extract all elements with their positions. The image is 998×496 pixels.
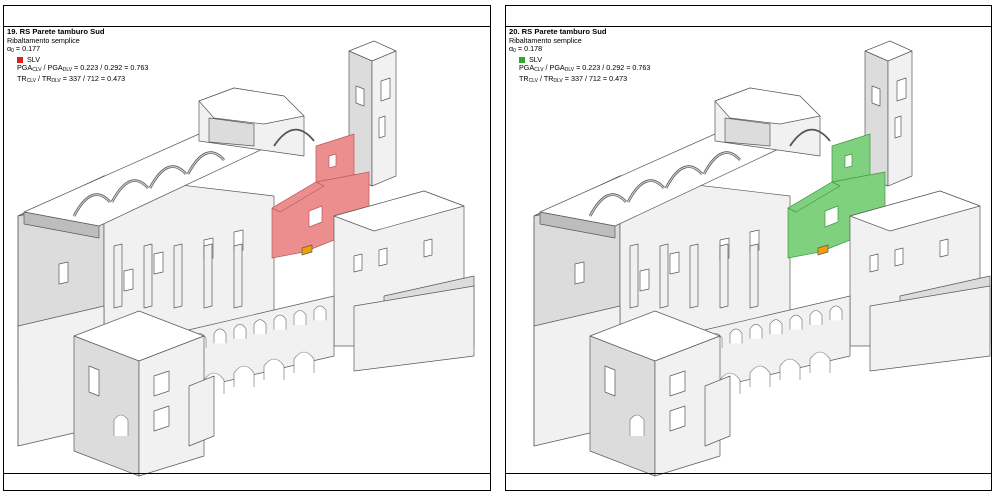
tr-label: TR [17,73,27,83]
east-wing-window [894,247,904,267]
panel-footer-bar [506,473,991,490]
pga-value: = 0.223 / 0.292 = 0.763 [574,63,651,73]
collapse-wall-opening [844,153,853,169]
east-wing-window [869,253,879,273]
nave-window [574,261,585,285]
tr-value: = 337 / 712 = 0.473 [60,73,126,83]
pga-sub-clv: CLV [534,67,544,74]
bell-tower-opening [896,77,907,102]
east-wing-window [939,238,949,258]
tr-ratio-line: TRCLV / TRDLV = 337 / 712 = 0.473 [7,73,148,86]
pga-label-2: / PGA [41,63,63,73]
cloister-arch [829,305,843,321]
nave-window [123,268,134,292]
cloister-arch [253,319,267,335]
cloister-lower-arch [809,351,831,373]
pga-label: PGA [519,63,535,73]
cloister-arch [809,310,823,325]
front-porch [188,375,215,447]
tr-ratio-line: TRCLV / TRDLV = 337 / 712 = 0.473 [509,73,650,86]
pilaster [689,243,699,309]
front-house-window [88,365,100,397]
cloister-arch [213,328,227,344]
mechanism-info: 20. RS Parete tamburo Sud Ribaltamento s… [509,27,651,86]
tr-sub-clv: CLV [528,77,538,84]
tr-label-2: / TR [35,73,52,83]
bell-tower-opening [894,115,902,139]
cloister-lower-arch [293,351,315,373]
pga-sub-dlv: DLV [564,67,575,74]
alpha-value: = 0.178 [515,44,543,54]
collapse-wall-opening [328,153,337,169]
cloister-arch [233,324,247,339]
mechanism-info: 19. RS Parete tamburo Sud Ribaltamento s… [7,27,149,86]
cloister-arch [789,314,803,330]
state-color-swatch [17,56,23,63]
nave-window [639,268,650,292]
alpha-value: = 0.177 [13,44,41,54]
front-house-door [629,414,645,436]
front-house-door [113,414,129,436]
cloister-arch [313,305,327,321]
cloister-arch [769,319,783,335]
pilaster [113,243,123,309]
front-house-west [73,335,140,477]
cloister-lower-arch [233,365,255,387]
pga-sub-clv: CLV [32,67,42,74]
panel-mechanism-19: 19. RS Parete tamburo Sud Ribaltamento s… [3,5,491,491]
pilaster [659,243,669,309]
tr-sub-dlv: DLV [553,77,563,84]
pga-label: PGA [17,63,33,73]
bell-tower-opening [355,85,365,107]
tr-label-2: / TR [537,73,554,83]
tr-sub-clv: CLV [26,77,36,84]
east-wing-window [378,247,388,267]
pga-value: = 0.223 / 0.292 = 0.763 [72,63,149,73]
bell-tower-opening [378,115,386,139]
state-color-swatch [519,56,525,63]
nave-window [669,251,680,275]
nave-window [153,251,164,275]
front-porch [704,375,731,447]
pilaster [143,243,153,309]
cloister-arch [749,324,763,339]
cloister-lower-arch [263,358,285,380]
panel-footer-bar [4,473,490,490]
tr-label: TR [519,73,529,83]
pilaster [719,243,729,309]
tr-value: = 337 / 712 = 0.473 [562,73,628,83]
bell-tower-opening [380,77,391,102]
east-wing-window [423,238,433,258]
pilaster [749,243,759,309]
pilaster [233,243,243,309]
front-house-window [604,365,616,397]
cloister-lower-arch [779,358,801,380]
cloister-arch [273,314,287,330]
pilaster [629,243,639,309]
pilaster [173,243,183,309]
cloister-lower-arch [749,365,771,387]
bell-tower-opening [871,85,881,107]
front-house-west [589,335,656,477]
pilaster [203,243,213,309]
tr-sub-dlv: DLV [51,77,61,84]
cloister-arch [729,328,743,344]
pga-sub-dlv: DLV [62,67,73,74]
nave-window [58,261,69,285]
cloister-arch [293,310,307,325]
pga-label-2: / PGA [543,63,565,73]
panel-mechanism-20: 20. RS Parete tamburo Sud Ribaltamento s… [505,5,992,491]
east-wing-window [353,253,363,273]
